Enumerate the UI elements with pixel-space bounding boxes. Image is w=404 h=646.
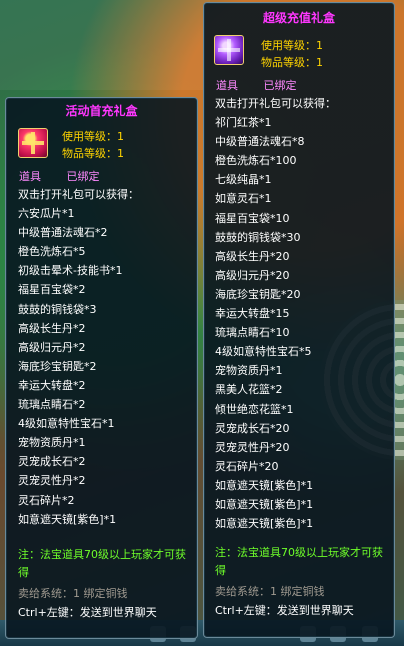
level-note: 注：法宝道具70级以上玩家才可获得: [215, 546, 383, 577]
list-item: 橙色洗炼石*100: [215, 154, 297, 168]
purple-gift-box-icon[interactable]: [214, 35, 244, 65]
list-item: 4级如意特性宝石*1: [18, 417, 115, 431]
list-item: 鼓鼓的铜钱袋*30: [215, 230, 301, 244]
list-item: 高级长生丹*2: [18, 321, 86, 335]
gift-ribbon-icon: [218, 39, 240, 61]
list-item: 橙色洗炼石*5: [18, 245, 86, 259]
ctrl-click-hint: Ctrl+左键：发送到世界聊天: [18, 606, 157, 619]
tooltip-super-recharge-gift: 超级充值礼盒 使用等级：1 物品等级：1 道具 已绑定 双击打开礼包可以获得： …: [203, 2, 395, 638]
tag-bind: 已绑定: [66, 170, 100, 183]
list-item: 幸运大转盘*2: [18, 378, 86, 392]
item-level: 物品等级：1: [261, 56, 323, 69]
ctrl-click-hint: Ctrl+左键：发送到世界聊天: [215, 604, 354, 617]
list-item: 六安瓜片*1: [18, 207, 75, 221]
item-meta: 使用等级：1 物品等级：1: [261, 37, 323, 71]
list-item: 高级长生丹*20: [215, 249, 290, 263]
list-item: 灵宠成长石*20: [215, 421, 290, 435]
gift-ribbon-icon: [22, 132, 44, 154]
list-item: 福星百宝袋*2: [18, 283, 86, 297]
item-meta: 使用等级：1 物品等级：1: [62, 128, 124, 162]
list-item: 中级普通法魂石*2: [18, 226, 108, 240]
list-item: 七级纯晶*1: [215, 173, 272, 187]
list-item: 灵石碎片*20: [215, 459, 279, 473]
scene-top-strip: [0, 0, 210, 90]
level-note: 注：法宝道具70级以上玩家才可获得: [18, 548, 186, 579]
list-item: 宠物资质丹*1: [215, 364, 283, 378]
list-item: 灵石碎片*2: [18, 493, 75, 507]
sell-price: 卖给系统：1 绑定铜钱: [215, 585, 325, 598]
list-item: 如意遮天镜[紫色]*1: [215, 497, 314, 511]
tag-bind: 已绑定: [263, 79, 297, 92]
tooltip-first-recharge-gift: 活动首充礼盒 使用等级：1 物品等级：1 道具 已绑定 双击打开礼包可以获得： …: [5, 97, 198, 639]
list-item: 灵宠灵性丹*2: [18, 474, 86, 488]
list-item: 高级归元丹*20: [215, 268, 290, 282]
tag-type: 道具: [19, 170, 41, 183]
list-item: 初级击晕术-技能书*1: [18, 264, 123, 278]
list-item: 福星百宝袋*10: [215, 211, 290, 225]
item-tags: 道具 已绑定: [216, 77, 319, 93]
list-item: 高级归元丹*2: [18, 340, 86, 354]
list-item: 海底珍宝钥匙*2: [18, 359, 97, 373]
list-item: 祁门红茶*1: [215, 116, 272, 130]
list-item: 倾世绝恋花篮*1: [215, 402, 294, 416]
reward-list: 双击打开礼包可以获得： 祁门红茶*1 中级普通法魂石*8 橙色洗炼石*100 七…: [215, 94, 336, 533]
list-item: 如意遮天镜[紫色]*1: [215, 517, 314, 531]
tag-type: 道具: [216, 79, 238, 92]
use-level: 使用等级：1: [261, 39, 323, 52]
reward-description: 双击打开礼包可以获得：: [18, 188, 139, 201]
list-item: 4级如意特性宝石*5: [215, 345, 312, 359]
list-item: 鼓鼓的铜钱袋*3: [18, 302, 97, 316]
reward-list: 双击打开礼包可以获得： 六安瓜片*1 中级普通法魂石*2 橙色洗炼石*5 初级击…: [18, 185, 139, 529]
list-item: 海底珍宝钥匙*20: [215, 287, 301, 301]
list-item: 琉璃点睛石*10: [215, 326, 290, 340]
list-item: 琉璃点睛石*2: [18, 398, 86, 412]
item-tags: 道具 已绑定: [19, 168, 122, 184]
item-title: 超级充值礼盒: [262, 11, 335, 25]
list-item: 幸运大转盘*15: [215, 307, 290, 321]
list-item: 如意遮天镜[紫色]*1: [215, 478, 314, 492]
red-gift-box-icon[interactable]: [18, 128, 48, 158]
sell-price: 卖给系统：1 绑定铜钱: [18, 587, 128, 600]
use-level: 使用等级：1: [62, 130, 124, 143]
list-item: 中级普通法魂石*8: [215, 135, 305, 149]
list-item: 灵宠成长石*2: [18, 455, 86, 469]
item-level: 物品等级：1: [62, 147, 124, 160]
item-title: 活动首充礼盒: [65, 104, 138, 118]
list-item: 如意遮天镜[紫色]*1: [18, 512, 117, 526]
list-item: 宠物资质丹*1: [18, 436, 86, 450]
list-item: 如意灵石*1: [215, 192, 272, 206]
list-item: 黑美人花篮*2: [215, 383, 283, 397]
list-item: 灵宠灵性丹*20: [215, 440, 290, 454]
reward-description: 双击打开礼包可以获得：: [215, 97, 336, 110]
